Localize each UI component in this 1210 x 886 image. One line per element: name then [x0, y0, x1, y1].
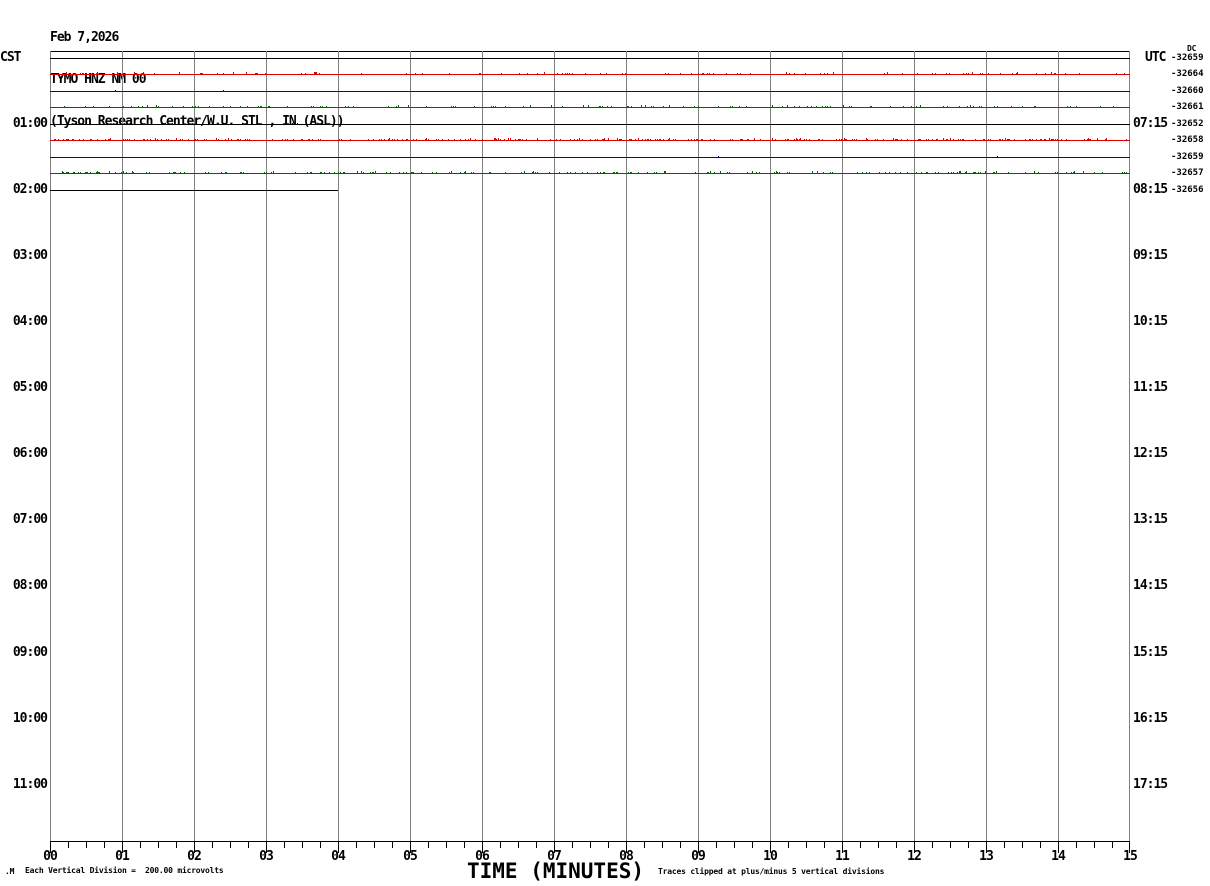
helicorder-page: { "header": { "date": "Feb 7,2026", "sta…	[0, 0, 1210, 886]
right-hour-label: 15:15	[1133, 645, 1168, 660]
minute-label: 01	[115, 849, 130, 864]
dc-value: -32659	[1171, 152, 1204, 162]
minute-label: 10	[763, 849, 778, 864]
left-hour-label: 02:00	[12, 182, 48, 197]
left-hour-label: 05:00	[12, 380, 48, 395]
minute-label: 11	[835, 849, 850, 864]
dc-value: -32656	[1171, 185, 1204, 195]
minute-label: 13	[979, 849, 994, 864]
right-timezone-label: UTC	[1145, 50, 1167, 65]
minute-label: 04	[331, 849, 346, 864]
minute-label: 15	[1123, 849, 1138, 864]
left-hour-label: 11:00	[12, 777, 48, 792]
right-hour-label: 09:15	[1133, 248, 1168, 263]
minute-label: 05	[403, 849, 418, 864]
left-timezone-label: CST	[0, 50, 22, 65]
right-hour-label: 11:15	[1133, 380, 1168, 395]
dc-value: -32652	[1171, 119, 1204, 129]
left-hour-label: 07:00	[12, 512, 48, 527]
clip-note: Traces clipped at plus/minus 5 vertical …	[658, 867, 885, 876]
minute-label: 02	[187, 849, 202, 864]
helicorder-plot	[50, 51, 1130, 853]
minute-label: 03	[259, 849, 274, 864]
scale-note: Each Vertical Division = 200.00 microvol…	[25, 866, 224, 875]
left-hour-label: 03:00	[12, 248, 48, 263]
dc-value: -32661	[1171, 102, 1204, 112]
dc-value: -32660	[1171, 86, 1204, 96]
left-hour-label: 08:00	[12, 578, 48, 593]
x-axis-title: TIME (MINUTES)	[467, 859, 645, 883]
left-hour-label: 04:00	[12, 314, 48, 329]
right-hour-label: 14:15	[1133, 578, 1168, 593]
dc-value: -32657	[1171, 168, 1204, 178]
right-hour-label: 10:15	[1133, 314, 1168, 329]
minute-label: 09	[691, 849, 706, 864]
dc-value: -32664	[1171, 69, 1204, 79]
dc-value: -32659	[1171, 53, 1204, 63]
right-hour-label: 13:15	[1133, 512, 1168, 527]
right-hour-label: 16:15	[1133, 711, 1168, 726]
left-hour-label: 10:00	[12, 711, 48, 726]
minute-label: 00	[43, 849, 58, 864]
left-hour-label: 09:00	[12, 645, 48, 660]
left-hour-label: 01:00	[12, 116, 48, 131]
corner-mark: .M	[5, 867, 15, 876]
right-hour-label: 12:15	[1133, 446, 1168, 461]
title-date: Feb 7,2026	[50, 30, 119, 45]
minute-label: 12	[907, 849, 922, 864]
left-hour-label: 06:00	[12, 446, 48, 461]
right-hour-label: 17:15	[1133, 777, 1168, 792]
minute-label: 14	[1051, 849, 1066, 864]
dc-value: -32658	[1171, 135, 1204, 145]
dc-column-header: DC	[1187, 44, 1197, 53]
